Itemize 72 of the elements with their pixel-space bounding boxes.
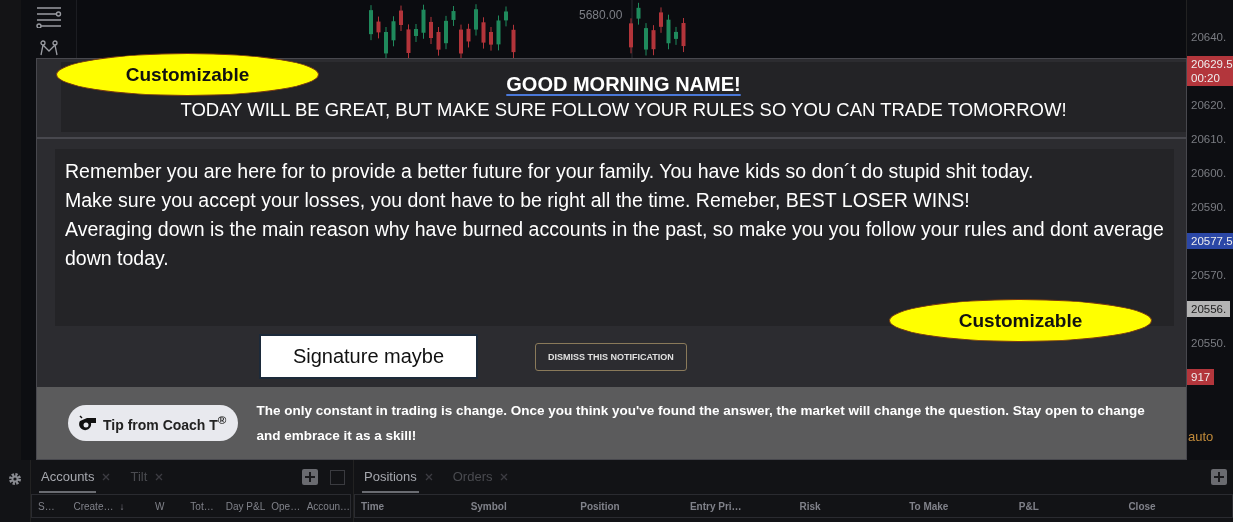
column-header[interactable]: Position bbox=[574, 500, 684, 512]
column-header[interactable]: W bbox=[148, 500, 185, 512]
auto-scale-toggle[interactable]: auto bbox=[1187, 429, 1233, 444]
sliders-icon[interactable] bbox=[35, 6, 62, 28]
candle bbox=[474, 3, 478, 37]
add-icon[interactable] bbox=[1211, 469, 1227, 485]
column-header[interactable]: Tot… bbox=[184, 500, 220, 512]
column-header[interactable]: Accoun… bbox=[300, 500, 351, 512]
candle bbox=[414, 23, 418, 43]
message-paragraph: Remember you are here for to provide a better future for your family. You have kids so don´t do stupid shit today. bbox=[65, 159, 1035, 184]
candle bbox=[481, 16, 486, 50]
greeting-subtitle: TODAY WILL BE GREAT, BUT MAKE SURE FOLLOW YOUR RULES SO YOU CAN TRADE TOMORROW! bbox=[180, 99, 1067, 121]
candle bbox=[629, 17, 633, 54]
candle bbox=[496, 15, 501, 51]
tip-text: The only constant in trading is change. Once you think you've found the answer, the market will change the question. Stay open to change and embrace it as a skill! bbox=[256, 402, 1146, 445]
candle bbox=[421, 4, 426, 40]
tip-badge: Tip from Coach T$^{®}$ bbox=[68, 405, 239, 441]
price-tick: 20590. bbox=[1190, 201, 1227, 213]
candle bbox=[406, 23, 411, 58]
price-badge: 20629.5 00:20 bbox=[1187, 56, 1233, 86]
column-header[interactable]: Day P&L bbox=[219, 500, 266, 512]
candle bbox=[369, 4, 373, 41]
candle bbox=[466, 23, 471, 48]
candle bbox=[636, 2, 641, 26]
column-header[interactable]: P&L bbox=[1012, 500, 1123, 512]
price-tick: 20610. bbox=[1190, 133, 1227, 145]
candle bbox=[644, 22, 648, 57]
price-badge: 20577.5 bbox=[1187, 233, 1233, 249]
add-icon[interactable] bbox=[302, 469, 318, 485]
candle bbox=[436, 26, 441, 57]
candle bbox=[384, 26, 388, 58]
candle bbox=[666, 14, 671, 50]
price-tick: 20620. bbox=[1190, 99, 1227, 111]
candle bbox=[659, 6, 663, 34]
candle bbox=[511, 24, 516, 58]
message-paragraph: Make sure you accept your losses, you dont have to be right all the time. Remeber, BEST LOSER WINS! bbox=[65, 188, 971, 213]
candle bbox=[429, 16, 433, 45]
column-header[interactable]: Risk bbox=[793, 500, 904, 512]
column-header[interactable]: Symbol bbox=[464, 500, 575, 512]
candle bbox=[444, 15, 448, 50]
candle bbox=[651, 24, 656, 56]
column-header[interactable]: Ope… bbox=[265, 500, 301, 512]
greeting-title: GOOD MORNING NAME! bbox=[506, 73, 741, 96]
price-badge: 917 bbox=[1187, 369, 1215, 385]
price-tick: 20570. bbox=[1190, 269, 1227, 281]
column-header[interactable]: Time bbox=[355, 500, 465, 512]
price-tick: 20550. bbox=[1190, 337, 1227, 349]
column-header[interactable]: Create… bbox=[67, 500, 114, 512]
candle bbox=[681, 17, 686, 53]
settings-icon[interactable] bbox=[8, 472, 22, 486]
column-header[interactable]: S… bbox=[32, 500, 68, 512]
candle bbox=[376, 16, 381, 39]
candle bbox=[504, 6, 508, 27]
candle bbox=[451, 5, 456, 27]
price-badge: 20556. bbox=[1187, 301, 1231, 317]
column-header[interactable]: Close bbox=[1122, 500, 1232, 512]
whistle-icon bbox=[78, 414, 98, 432]
candle bbox=[459, 24, 463, 58]
network-icon[interactable] bbox=[38, 40, 59, 56]
price-label: 5680.00 bbox=[579, 8, 623, 22]
dismiss-button[interactable]: DISMISS THIS NOTIFICATION bbox=[535, 342, 687, 371]
message-paragraph: Averaging down is the main reason why have burned accounts in the past, so make you you follow your rules and dont average down today. bbox=[65, 217, 1164, 271]
price-tick: 20640. bbox=[1190, 31, 1227, 43]
candle bbox=[399, 5, 403, 32]
column-header[interactable]: To Make bbox=[903, 500, 1013, 512]
candle bbox=[489, 26, 493, 52]
column-header[interactable]: Entry Pri… bbox=[683, 500, 794, 512]
candle bbox=[391, 15, 396, 47]
candle bbox=[674, 26, 678, 46]
signature-box: Signature maybe bbox=[259, 334, 478, 379]
column-header[interactable]: ↓ bbox=[113, 500, 149, 512]
price-tick: 20600. bbox=[1190, 167, 1227, 179]
